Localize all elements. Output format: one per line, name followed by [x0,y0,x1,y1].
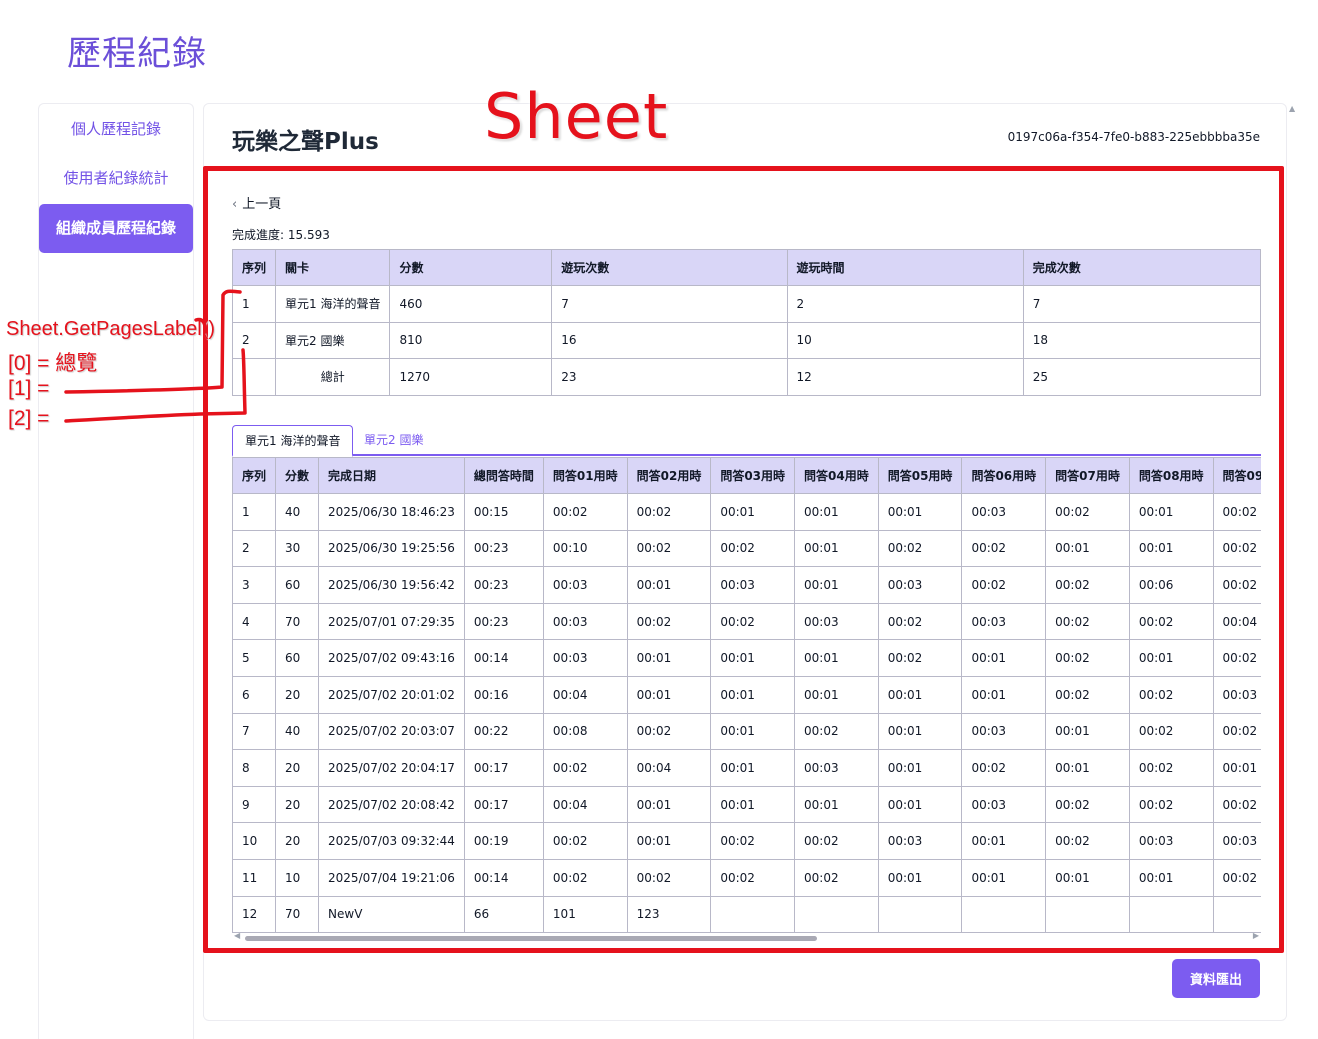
annotation-arrow-row1 [64,289,242,394]
annotation-arrows [64,289,247,423]
annotation-arrow-row2 [64,348,247,423]
annotation-paren [194,317,207,334]
